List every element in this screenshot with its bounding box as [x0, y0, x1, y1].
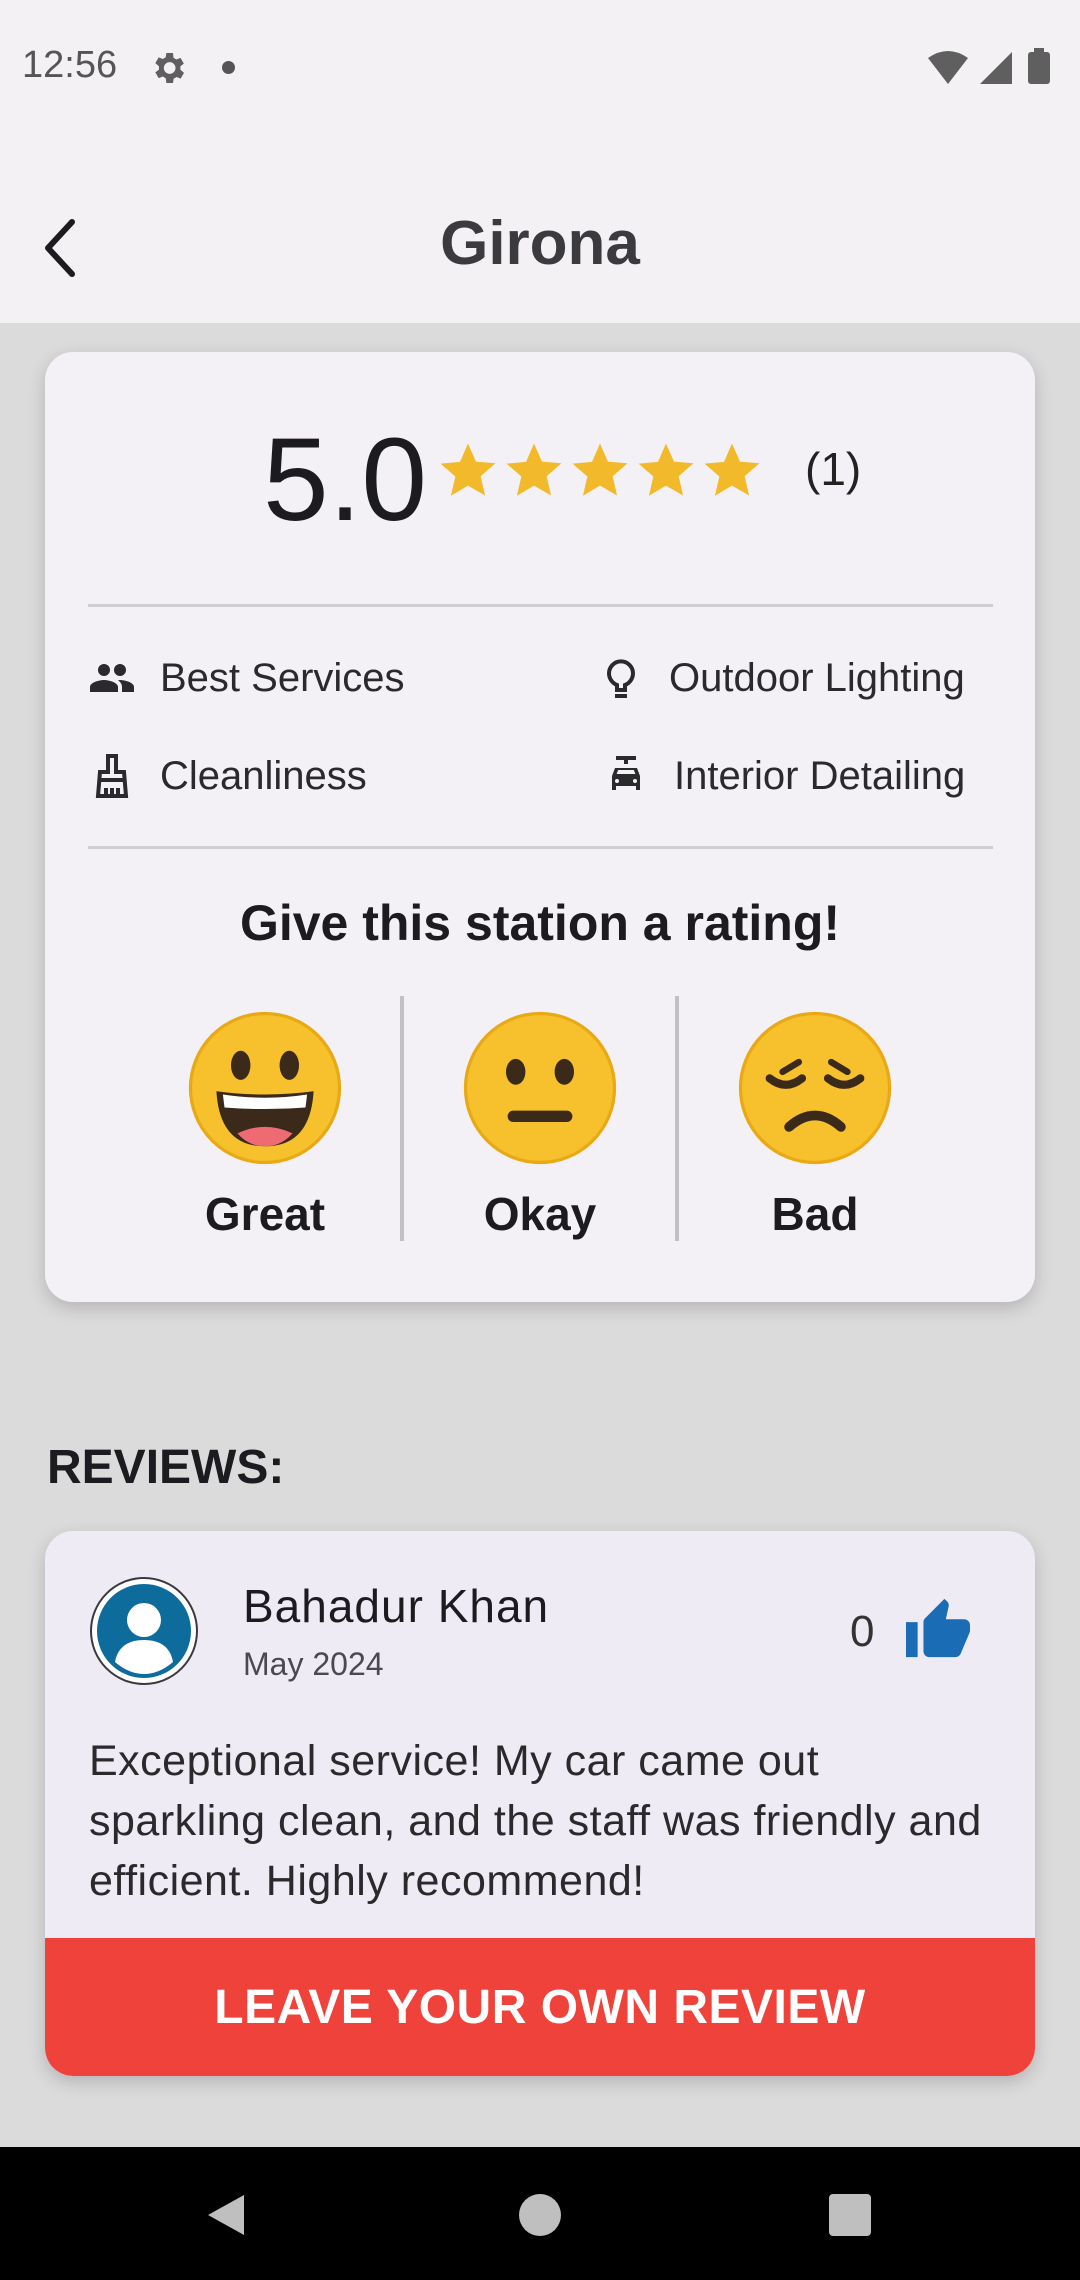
rating-option-bad[interactable]: Bad: [715, 1007, 915, 1240]
star-icon: [572, 443, 628, 496]
feature-label: Interior Detailing: [674, 753, 966, 798]
feature-interior-detailing: Interior Detailing: [602, 752, 965, 800]
rating-option-label: Okay: [483, 1188, 597, 1240]
rating-summary-card: 5.0 (1) Best Services Outdoor Lighting C…: [45, 352, 1035, 1302]
review-text: Exceptional service! My car came out spa…: [89, 1737, 982, 1905]
rating-option-okay[interactable]: Okay: [440, 1007, 640, 1240]
vertical-divider: [675, 996, 679, 1241]
feature-label: Best Services: [160, 655, 405, 700]
neutral-face-icon: [463, 1011, 617, 1165]
settings-gear-icon: [155, 53, 184, 83]
rating-option-label: Bad: [771, 1188, 859, 1240]
feature-outdoor-lighting: Outdoor Lighting: [597, 654, 965, 702]
feature-label: Outdoor Lighting: [669, 655, 965, 700]
page-title: Girona: [440, 209, 640, 278]
thumbs-up-icon[interactable]: [903, 1596, 973, 1660]
notification-dot-icon: [222, 61, 235, 74]
rating-option-label: Great: [204, 1188, 326, 1240]
car-seat-icon: [612, 756, 640, 790]
divider: [88, 604, 993, 607]
top-app-bar: 12:56 Girona: [0, 0, 1080, 323]
review-date: May 2024: [243, 1646, 384, 1682]
star-icon: [506, 443, 562, 496]
feature-label: Cleanliness: [160, 753, 367, 798]
nav-home-icon[interactable]: [519, 2194, 561, 2236]
vertical-divider: [400, 996, 404, 1241]
wifi-icon: [928, 51, 968, 84]
nav-recents-icon[interactable]: [829, 2194, 871, 2236]
status-icons: [928, 48, 1050, 84]
battery-icon: [1028, 52, 1050, 84]
status-time: 12:56: [22, 44, 118, 86]
nav-back-icon[interactable]: [206, 2193, 246, 2237]
broom-icon: [95, 754, 129, 798]
star-icon: [638, 443, 694, 496]
reviews-heading: REVIEWS:: [47, 1441, 285, 1494]
review-card: Bahadur Khan May 2024 0 Exceptional serv…: [45, 1531, 1035, 2076]
reviewer-name: Bahadur Khan: [243, 1580, 550, 1632]
star-rating: [435, 438, 765, 504]
star-icon: [440, 443, 496, 496]
disappointed-face-icon: [738, 1011, 892, 1165]
cell-signal-icon: [980, 52, 1012, 84]
feature-best-services: Best Services: [88, 654, 405, 702]
people-icon: [90, 664, 134, 692]
system-navigation-bar: [0, 2147, 1080, 2280]
feature-cleanliness: Cleanliness: [88, 752, 367, 800]
leave-review-button[interactable]: LEAVE YOUR OWN REVIEW: [45, 1938, 1035, 2076]
divider: [88, 846, 993, 849]
status-bar: 12:56: [0, 0, 1080, 135]
lightbulb-icon: [606, 659, 636, 698]
avatar: [90, 1577, 198, 1685]
star-icon: [704, 443, 760, 496]
review-count: (1): [805, 443, 862, 495]
grinning-face-icon: [188, 1011, 342, 1165]
like-count: 0: [850, 1607, 875, 1656]
rating-prompt: Give this station a rating!: [239, 895, 841, 951]
rating-option-great[interactable]: Great: [165, 1007, 365, 1240]
